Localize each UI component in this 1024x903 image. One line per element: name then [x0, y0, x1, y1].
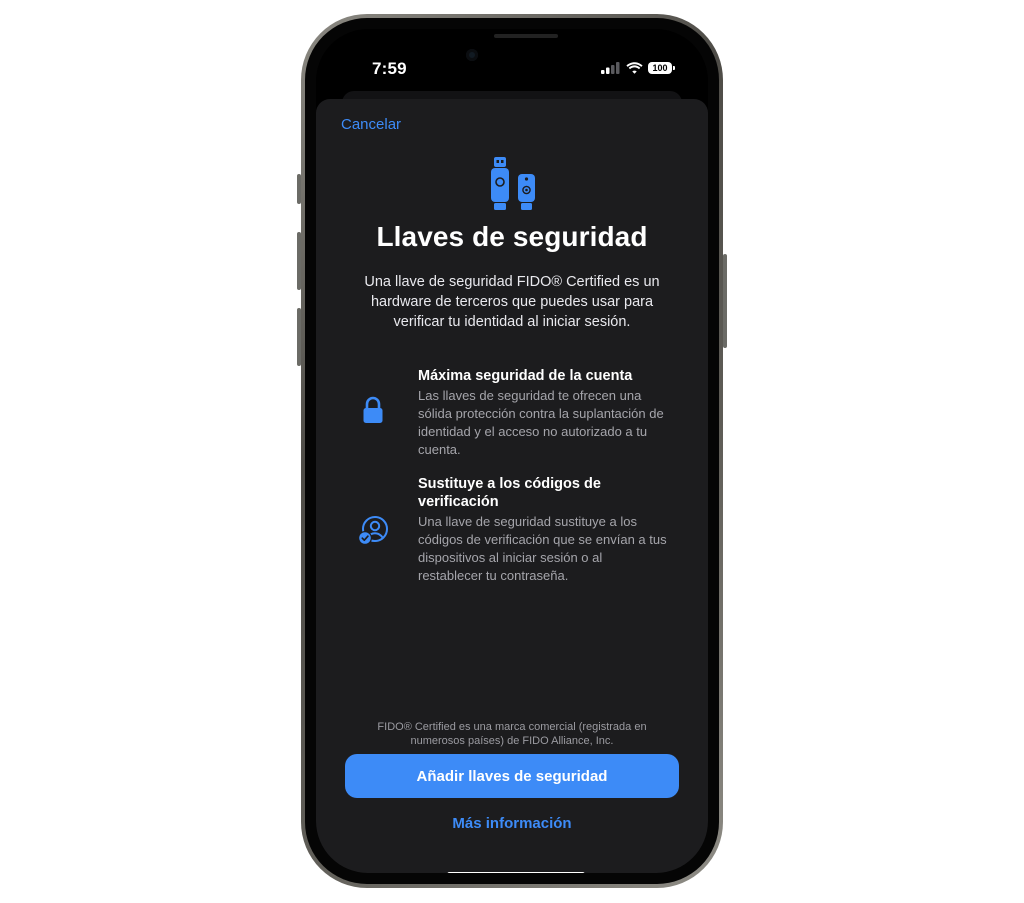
lock-icon — [363, 396, 383, 423]
status-icons: 100 — [601, 62, 675, 74]
phone-frame: 7:59 100 Cancelar Llaves de seguridad Un… — [301, 14, 723, 888]
add-security-keys-label: Añadir llaves de seguridad — [416, 767, 608, 785]
wifi-icon — [626, 62, 643, 74]
status-time: 7:59 — [372, 59, 407, 78]
cellular-signal-icon — [601, 62, 620, 74]
power-button — [723, 254, 727, 348]
earpiece-speaker — [494, 34, 558, 38]
front-camera — [466, 49, 478, 61]
phone-screen: 7:59 100 Cancelar Llaves de seguridad Un… — [316, 29, 708, 873]
battery-icon: 100 — [648, 62, 675, 74]
feature-description: Una llave de seguridad sustituye a los c… — [418, 514, 667, 583]
feature-title: Máxima seguridad de la cuenta — [418, 368, 633, 384]
security-keys-sheet: Cancelar Llaves de seguridad Una llave d… — [316, 99, 708, 873]
feature-title: Sustituye a los códigos de verificación — [418, 476, 601, 510]
feature-description: Las llaves de seguridad te ofrecen una s… — [418, 388, 664, 457]
home-indicator[interactable] — [447, 872, 585, 873]
screenshot-stage: 7:59 100 Cancelar Llaves de seguridad Un… — [0, 0, 1024, 903]
add-security-keys-button[interactable]: Añadir llaves de seguridad — [345, 754, 679, 798]
more-info-link[interactable]: Más información — [316, 815, 708, 832]
phone-bezel: 7:59 100 Cancelar Llaves de seguridad Un… — [305, 18, 719, 884]
person-verified-icon — [358, 516, 388, 545]
fido-trademark-note: FIDO® Certified es una marca comercial (… — [377, 721, 647, 747]
security-keys-icon — [491, 157, 535, 210]
page-title: Llaves de seguridad — [376, 221, 648, 252]
intro-text: Una llave de seguridad FIDO® Certified e… — [364, 274, 660, 330]
cancel-button[interactable]: Cancelar — [341, 116, 401, 133]
